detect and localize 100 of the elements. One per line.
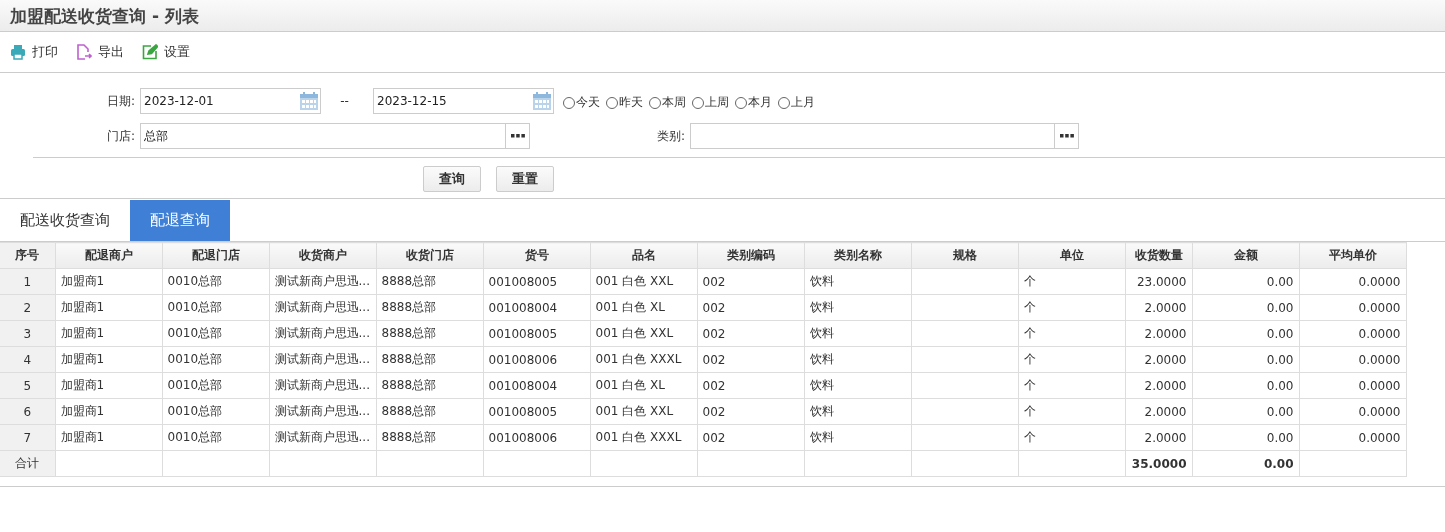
table-cell: 0010总部 bbox=[162, 320, 269, 347]
table-cell: 002 bbox=[697, 372, 804, 399]
calendar-icon[interactable] bbox=[532, 91, 552, 111]
table-cell: 0010总部 bbox=[162, 268, 269, 295]
tab[interactable]: 配退查询 bbox=[130, 200, 230, 241]
column-header[interactable]: 金额 bbox=[1192, 242, 1299, 269]
table-cell: 002 bbox=[697, 346, 804, 373]
table-cell: 0.00 bbox=[1192, 268, 1299, 295]
table-cell: 001 白色 XXL bbox=[590, 320, 697, 347]
table-cell: 002 bbox=[697, 320, 804, 347]
table-cell: 测试新商户思迅... bbox=[269, 372, 376, 399]
table-cell: 加盟商1 bbox=[55, 346, 162, 373]
action-button[interactable]: 查询 bbox=[423, 166, 481, 192]
field-label: 类别: bbox=[655, 127, 685, 145]
toolbar-button[interactable]: 打印 bbox=[10, 43, 58, 61]
column-header[interactable]: 单位 bbox=[1018, 242, 1125, 269]
table-cell: 0.0000 bbox=[1299, 424, 1406, 451]
column-header[interactable]: 类别编码 bbox=[697, 242, 804, 269]
table-cell: 0.0000 bbox=[1299, 320, 1406, 347]
table-cell: 0.00 bbox=[1192, 294, 1299, 321]
table-cell: 饮料 bbox=[804, 424, 911, 451]
table-cell: 002 bbox=[697, 268, 804, 295]
table-cell: 饮料 bbox=[804, 294, 911, 321]
total-label: 合计 bbox=[0, 450, 55, 477]
table-cell: 001008005 bbox=[483, 320, 590, 347]
table-cell: 0010总部 bbox=[162, 372, 269, 399]
column-header[interactable]: 收货门店 bbox=[376, 242, 483, 269]
table-cell: 2.0000 bbox=[1125, 320, 1192, 347]
table-cell: 001008006 bbox=[483, 424, 590, 451]
row-number: 5 bbox=[0, 372, 55, 399]
table-cell: 2.0000 bbox=[1125, 424, 1192, 451]
table-cell: 0.0000 bbox=[1299, 372, 1406, 399]
table-cell: 2.0000 bbox=[1125, 372, 1192, 399]
radio-option[interactable]: 上月 bbox=[778, 94, 815, 111]
table-cell: 001008004 bbox=[483, 372, 590, 399]
column-header[interactable]: 收货数量 bbox=[1125, 242, 1192, 269]
edit-icon bbox=[142, 44, 158, 60]
radio-option[interactable]: 昨天 bbox=[606, 94, 643, 111]
row-number: 1 bbox=[0, 268, 55, 295]
table-cell: 8888总部 bbox=[376, 398, 483, 425]
table-cell: 0010总部 bbox=[162, 398, 269, 425]
column-header[interactable]: 规格 bbox=[911, 242, 1018, 269]
table-cell: 测试新商户思迅... bbox=[269, 346, 376, 373]
table-cell: 0.00 bbox=[1192, 346, 1299, 373]
range-separator: -- bbox=[339, 94, 350, 108]
table-cell: 测试新商户思迅... bbox=[269, 294, 376, 321]
more-icon bbox=[1059, 134, 1074, 138]
store-field[interactable]: 总部 bbox=[140, 123, 530, 149]
calendar-icon[interactable] bbox=[299, 91, 319, 111]
table-cell: 001 白色 XL bbox=[590, 372, 697, 399]
column-header[interactable]: 配退商户 bbox=[55, 242, 162, 269]
action-button[interactable]: 重置 bbox=[496, 166, 554, 192]
total-cell: 35.0000 bbox=[1125, 450, 1192, 477]
toolbar-button[interactable]: 设置 bbox=[142, 43, 190, 61]
printer-icon bbox=[10, 44, 26, 60]
table-cell: 饮料 bbox=[804, 372, 911, 399]
table-cell: 001 白色 XXXL bbox=[590, 424, 697, 451]
date-field[interactable]: 2023-12-15 bbox=[373, 88, 554, 114]
table-cell: 加盟商1 bbox=[55, 424, 162, 451]
table-cell: 测试新商户思迅... bbox=[269, 398, 376, 425]
table-cell: 002 bbox=[697, 294, 804, 321]
table-cell: 001008005 bbox=[483, 268, 590, 295]
column-header[interactable]: 货号 bbox=[483, 242, 590, 269]
column-header[interactable]: 序号 bbox=[0, 242, 55, 269]
table-cell: 个 bbox=[1018, 320, 1125, 347]
table-cell: 加盟商1 bbox=[55, 398, 162, 425]
date-field[interactable]: 2023-12-01 bbox=[140, 88, 321, 114]
table-cell: 0010总部 bbox=[162, 294, 269, 321]
file-export-icon bbox=[76, 44, 92, 60]
column-header[interactable]: 配退门店 bbox=[162, 242, 269, 269]
category-field[interactable] bbox=[690, 123, 1079, 149]
radio-option[interactable]: 上周 bbox=[692, 94, 729, 111]
table-cell: 23.0000 bbox=[1125, 268, 1192, 295]
table-cell: 个 bbox=[1018, 398, 1125, 425]
table-cell: 个 bbox=[1018, 268, 1125, 295]
row-number: 4 bbox=[0, 346, 55, 373]
table-cell: 加盟商1 bbox=[55, 268, 162, 295]
table-cell: 2.0000 bbox=[1125, 346, 1192, 373]
column-header[interactable]: 品名 bbox=[590, 242, 697, 269]
table-cell: 002 bbox=[697, 424, 804, 451]
column-header[interactable]: 类别名称 bbox=[804, 242, 911, 269]
table-cell: 0.00 bbox=[1192, 320, 1299, 347]
table-cell: 测试新商户思迅... bbox=[269, 268, 376, 295]
table-cell: 001 白色 XL bbox=[590, 294, 697, 321]
table-cell: 个 bbox=[1018, 346, 1125, 373]
radio-option[interactable]: 本周 bbox=[649, 94, 686, 111]
toolbar-button[interactable]: 导出 bbox=[76, 43, 124, 61]
row-number: 7 bbox=[0, 424, 55, 451]
table-cell: 001 白色 XXL bbox=[590, 398, 697, 425]
column-header[interactable]: 平均单价 bbox=[1299, 242, 1406, 269]
table-cell: 0.00 bbox=[1192, 398, 1299, 425]
radio-option[interactable]: 本月 bbox=[735, 94, 772, 111]
table-cell: 饮料 bbox=[804, 398, 911, 425]
table-cell: 个 bbox=[1018, 372, 1125, 399]
table-cell: 0.00 bbox=[1192, 372, 1299, 399]
table-cell: 8888总部 bbox=[376, 424, 483, 451]
column-header[interactable]: 收货商户 bbox=[269, 242, 376, 269]
table-cell: 001008006 bbox=[483, 346, 590, 373]
table-cell: 测试新商户思迅... bbox=[269, 424, 376, 451]
radio-option[interactable]: 今天 bbox=[563, 94, 600, 111]
